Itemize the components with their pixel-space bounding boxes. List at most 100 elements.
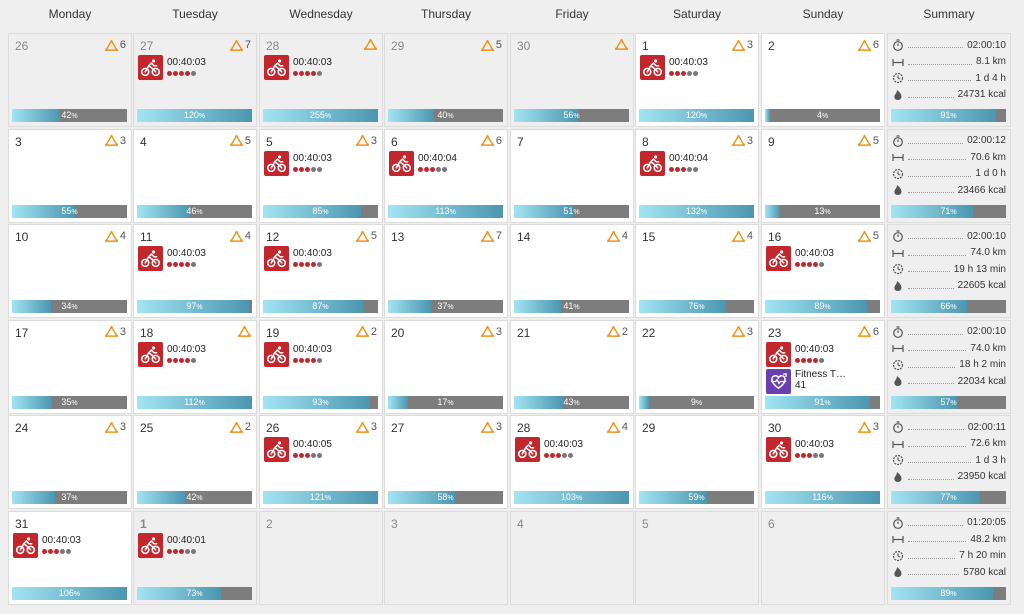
day-cell[interactable]: 27 3 58% [384, 415, 508, 509]
day-cell[interactable]: 8 3 00:40:04 132% [635, 128, 759, 223]
day-cell[interactable]: 18 00:40:03 112% [133, 319, 257, 414]
cycling-icon[interactable] [389, 150, 414, 176]
cycling-icon[interactable] [264, 437, 289, 462]
day-cell[interactable]: 12 5 00:40:03 87% [259, 224, 383, 318]
cycling-icon[interactable] [515, 437, 540, 462]
cycling-icon[interactable] [766, 341, 791, 367]
intensity-dot [681, 71, 686, 76]
fitness-test-icon[interactable] [766, 368, 791, 394]
day-cell[interactable]: 5 [635, 510, 759, 605]
activity-entry[interactable]: 00:40:03 [766, 341, 834, 368]
day-cell[interactable]: 19 2 00:40:03 93% [259, 319, 383, 414]
summary-duration-value: 18 h 2 min [959, 359, 1006, 370]
activity-entry[interactable]: 00:40:03 [13, 532, 81, 559]
day-cell[interactable]: 26 6 42% [8, 33, 132, 127]
percent-sign: % [447, 304, 454, 311]
day-cell[interactable]: 28 00:40:03 255% [259, 33, 383, 127]
cycling-icon[interactable] [264, 246, 289, 271]
day-number: 2 [266, 516, 273, 531]
cycling-icon[interactable] [138, 341, 163, 367]
training-load-icon [480, 135, 494, 146]
cycling-icon[interactable] [138, 55, 163, 80]
day-cell[interactable]: 29 5 40% [384, 33, 508, 127]
day-cell[interactable]: 2 [259, 510, 383, 605]
day-cell[interactable]: 20 3 17% [384, 319, 508, 414]
activity-entry[interactable]: 00:40:03 [640, 55, 708, 81]
activity-entry[interactable]: 00:40:03 [138, 55, 206, 81]
duration-icon [892, 263, 904, 275]
day-cell[interactable]: 1 3 00:40:03 120% [635, 33, 759, 127]
intensity-dots [293, 71, 332, 76]
day-cell[interactable]: 24 3 37% [8, 415, 132, 509]
day-cell[interactable]: 14 4 41% [510, 224, 634, 318]
day-cell[interactable]: 30 56% [510, 33, 634, 127]
activity-entry[interactable]: 00:40:03 [138, 246, 206, 272]
summary-distance-value: 48.2 km [970, 533, 1006, 545]
day-cell[interactable]: 23 6 00:40:03 Fitness T… 41 91% [761, 319, 885, 414]
activity-entry[interactable]: 00:40:01 [138, 532, 206, 559]
cycling-icon[interactable] [13, 532, 38, 558]
day-cell[interactable]: 22 3 9% [635, 319, 759, 414]
training-load-value: 3 [119, 325, 126, 338]
cycling-icon[interactable] [138, 246, 163, 271]
training-load-icon [355, 421, 369, 433]
day-cell[interactable]: 9 5 13% [761, 128, 885, 223]
summary-time-value: 02:00:10 [967, 230, 1006, 242]
day-cell[interactable]: 11 4 00:40:03 97% [133, 224, 257, 318]
day-cell[interactable]: 7 51% [510, 128, 634, 223]
activity-entry[interactable]: 00:40:03 [515, 437, 583, 463]
cycling-icon[interactable] [264, 341, 289, 367]
cycling-icon[interactable] [264, 55, 289, 80]
activity-entry[interactable]: 00:40:03 [264, 246, 332, 272]
day-cell[interactable]: 6 6 00:40:04 113% [384, 128, 508, 223]
day-cell[interactable]: 10 4 34% [8, 224, 132, 318]
cycling-icon[interactable] [138, 532, 163, 558]
cycling-icon[interactable] [640, 55, 665, 80]
day-cell[interactable]: 5 3 00:40:03 85% [259, 128, 383, 223]
day-cell[interactable]: 25 2 42% [133, 415, 257, 509]
day-cell[interactable]: 16 5 00:40:03 89% [761, 224, 885, 318]
dotted-leader [908, 283, 954, 289]
day-cell[interactable]: 2 6 4% [761, 33, 885, 127]
day-cell[interactable]: 1 00:40:01 73% [133, 510, 257, 605]
activity-entry[interactable]: 00:40:03 [766, 246, 834, 272]
intensity-dot [568, 453, 573, 458]
day-cell[interactable]: 3 3 55% [8, 128, 132, 223]
day-cell[interactable]: 29 59% [635, 415, 759, 509]
day-number: 4 [140, 134, 147, 149]
day-number: 9 [768, 134, 775, 149]
day-cell[interactable]: 28 4 00:40:03 103% [510, 415, 634, 509]
day-cell[interactable]: 3 [384, 510, 508, 605]
activity-entry[interactable]: 00:40:03 [264, 341, 332, 368]
day-cell[interactable]: 4 [510, 510, 634, 605]
activity-entry[interactable]: 00:40:03 [766, 437, 834, 463]
distance-icon [892, 151, 904, 163]
day-cell[interactable]: 30 3 00:40:03 116% [761, 415, 885, 509]
summary-energy: 5780 kcal [892, 564, 1006, 580]
dotted-leader [908, 536, 967, 542]
day-cell[interactable]: 13 7 37% [384, 224, 508, 318]
activity-entry[interactable]: 00:40:03 [264, 55, 332, 81]
day-cell[interactable]: 26 3 00:40:05 121% [259, 415, 383, 509]
percent-sign: % [950, 304, 957, 311]
day-cell[interactable]: 31 00:40:03 106% [8, 510, 132, 605]
activity-entry[interactable]: 00:40:03 [138, 341, 206, 368]
day-cell[interactable]: 15 4 76% [635, 224, 759, 318]
day-cell[interactable]: 4 5 46% [133, 128, 257, 223]
cycling-icon[interactable] [264, 150, 289, 176]
cycling-icon[interactable] [640, 150, 665, 176]
cycling-icon[interactable] [766, 437, 791, 462]
day-cell[interactable]: 6 [761, 510, 885, 605]
activity-duration: 00:40:03 [167, 343, 206, 355]
day-cell[interactable]: 27 7 00:40:03 120% [133, 33, 257, 127]
training-load-percent: 57% [891, 396, 1006, 409]
day-cell[interactable]: 17 3 35% [8, 319, 132, 414]
activity-entry[interactable]: 00:40:05 [264, 437, 332, 463]
cycling-icon[interactable] [766, 246, 791, 271]
fitness-test-entry[interactable]: Fitness T… 41 [766, 368, 846, 394]
week-summary: 02:00:10 74.0 km 19 h 13 min 22605 kcal 66% [887, 224, 1011, 318]
activity-entry[interactable]: 00:40:04 [389, 150, 457, 177]
activity-entry[interactable]: 00:40:03 [264, 150, 332, 177]
activity-entry[interactable]: 00:40:04 [640, 150, 708, 177]
day-cell[interactable]: 21 2 43% [510, 319, 634, 414]
